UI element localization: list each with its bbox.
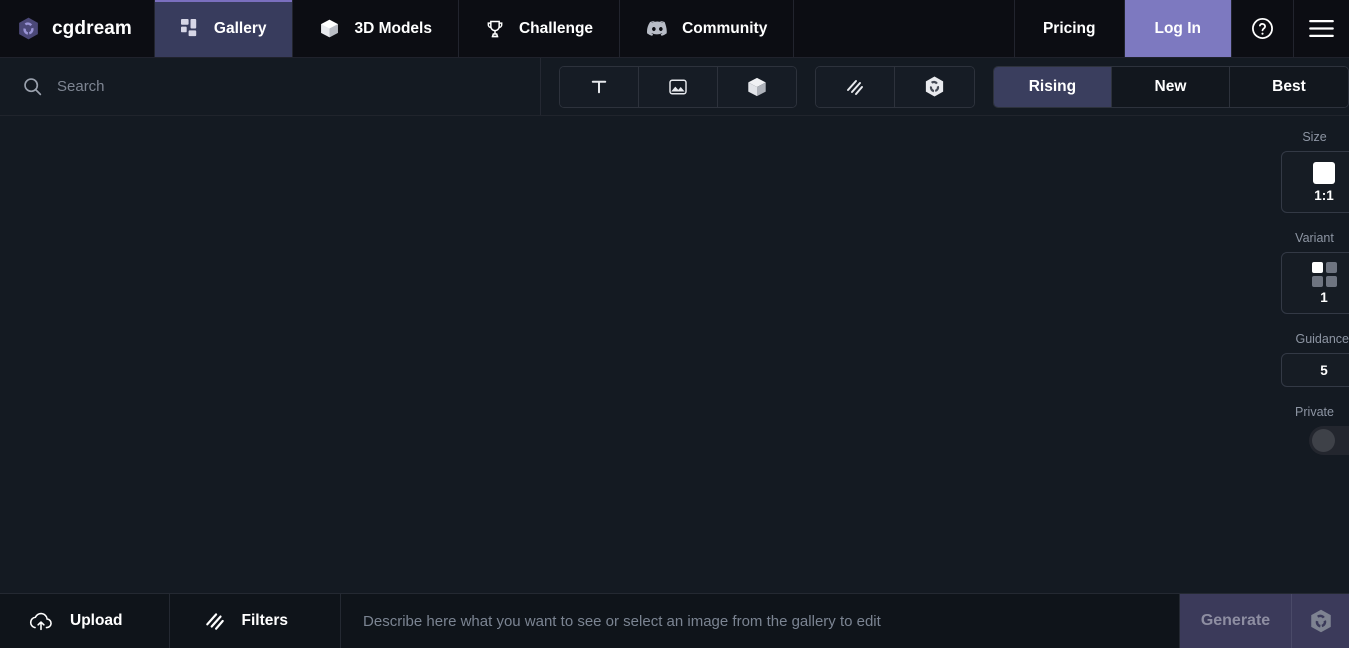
guidance-selector[interactable]: 5 [1281,353,1349,387]
nav-tab-label: 3D Models [354,19,432,37]
nav-tab-challenge[interactable]: Challenge [459,0,621,57]
variant-value: 1 [1320,289,1328,305]
guidance-label: Guidance [1295,332,1349,346]
toggle-knob [1312,429,1335,452]
upload-button[interactable]: Upload [0,594,170,648]
cube-icon [746,76,768,98]
cgdream-hex-logo-icon [923,75,946,98]
type-filter-group [559,65,798,108]
cube-icon [319,18,340,39]
text-filter-button[interactable] [560,66,640,107]
brand-logo[interactable]: cgdream [0,0,155,57]
nav-spacer [794,0,1015,57]
guidance-value: 5 [1320,362,1328,378]
variant-selector[interactable]: 1 [1281,252,1349,314]
model-filter-button[interactable] [717,66,797,107]
login-label: Log In [1154,19,1202,37]
generation-settings-panel: Size 1:1 Variant 1 Guidance 5 Private [1280,116,1349,455]
diagonal-hatch-icon [204,610,226,632]
hamburger-menu-button[interactable] [1294,0,1349,57]
top-navigation-bar: cgdream Gallery 3D Models Challenge Comm… [0,0,1349,58]
nav-tab-3d-models[interactable]: 3D Models [293,0,459,57]
hamburger-menu-icon [1309,19,1334,38]
sort-rising-button[interactable]: Rising [993,66,1112,107]
help-button[interactable] [1232,0,1294,57]
text-t-icon [590,78,608,96]
nav-pricing-link[interactable]: Pricing [1015,0,1125,57]
filters-button[interactable]: Filters [170,594,342,648]
trophy-icon [485,19,505,39]
search-filter-bar: Rising New Best [0,58,1349,116]
sort-best-button[interactable]: Best [1229,66,1348,107]
cgdream-hex-logo-icon [16,16,41,41]
cgdream-filter-button[interactable] [895,66,974,107]
login-button[interactable]: Log In [1124,0,1232,57]
sketch-filter-button[interactable] [816,66,896,107]
nav-tab-label: Gallery [213,19,267,37]
grid-blocks-icon [180,19,200,38]
filters-label: Filters [241,612,289,629]
square-ratio-icon [1313,161,1335,184]
size-label: Size [1302,130,1327,144]
picture-icon [668,77,688,97]
cgdream-hex-logo-icon [1308,608,1334,634]
generate-icon-button[interactable] [1292,594,1349,648]
nav-tab-community[interactable]: Community [620,0,795,57]
sort-new-button[interactable]: New [1111,66,1230,107]
sort-label: Rising [1028,77,1077,95]
app-root: cgdream Gallery 3D Models Challenge Comm… [0,0,1349,648]
generate-label: Generate [1200,612,1271,629]
discord-icon [646,20,668,37]
nav-pricing-label: Pricing [1042,19,1096,37]
style-filter-group [815,65,975,108]
upload-label: Upload [70,612,123,629]
search-icon [22,76,43,97]
prompt-input[interactable] [363,612,1179,630]
variant-label: Variant [1295,231,1334,245]
diagonal-hatch-icon [845,77,865,97]
brand-name: cgdream [52,17,132,39]
sort-group: Rising New Best [992,65,1349,108]
gallery-content-area: Size 1:1 Variant 1 Guidance 5 Private [0,116,1349,593]
size-value: 1:1 [1314,187,1334,203]
image-filter-button[interactable] [639,66,718,107]
nav-tab-label: Challenge [518,19,594,37]
grid-four-icon [1311,261,1337,287]
cloud-upload-icon [28,611,54,632]
nav-tab-label: Community [682,19,768,37]
generate-button[interactable]: Generate [1180,594,1292,648]
question-circle-icon [1250,16,1275,41]
size-selector[interactable]: 1:1 [1281,151,1349,213]
private-label: Private [1295,405,1334,419]
sort-label: Best [1272,77,1306,95]
search-container [0,58,542,115]
prompt-container [341,594,1180,648]
search-input[interactable] [57,78,477,95]
nav-tab-gallery[interactable]: Gallery [154,0,294,57]
sort-label: New [1154,77,1187,95]
private-toggle[interactable] [1309,426,1349,455]
bottom-action-bar: Upload Filters Generate [0,593,1349,648]
